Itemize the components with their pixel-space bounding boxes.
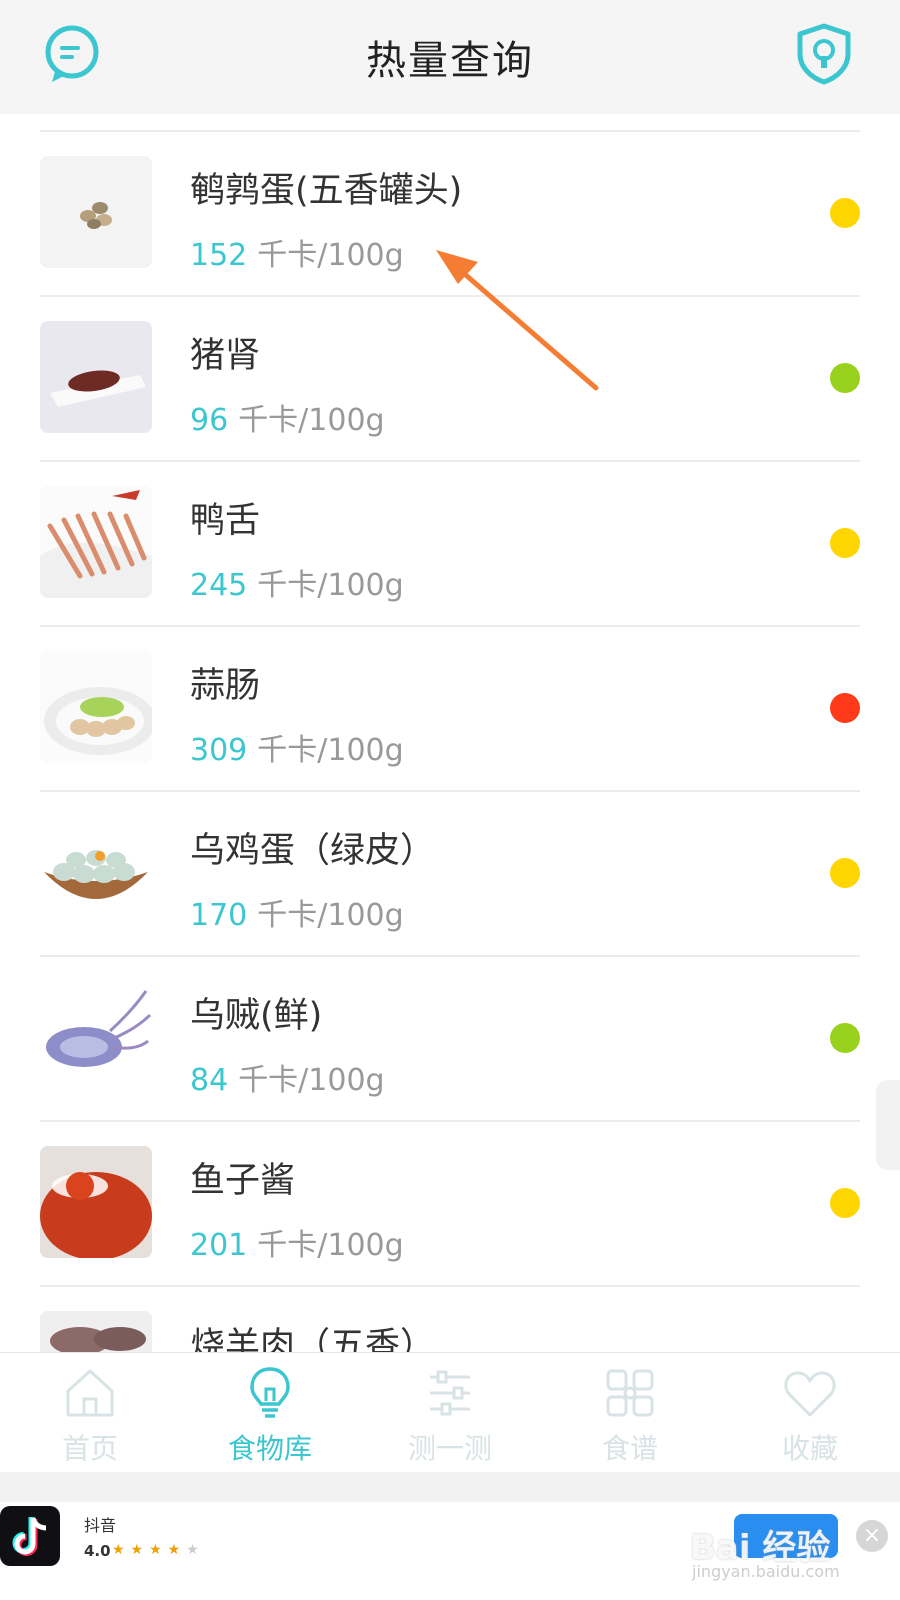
food-name: 乌鸡蛋（绿皮） <box>190 831 436 871</box>
food-row[interactable]: 鹌鹑蛋(五香罐头) 152 千卡/100g <box>0 130 900 295</box>
food-calories: 201 千卡/100g <box>190 1228 404 1263</box>
food-name: 鸭舌 <box>190 501 261 541</box>
food-name: 烧羊肉（五香） <box>190 1326 436 1352</box>
row-divider <box>40 790 860 792</box>
calorie-level-dot <box>830 1023 860 1053</box>
ad-rating: 4.0 <box>84 1542 111 1560</box>
row-divider <box>40 130 860 132</box>
food-calories: 84 千卡/100g <box>190 1063 385 1098</box>
grid-icon <box>606 1369 654 1417</box>
bottom-navigation: 首页 食物库 测一测 食谱 收藏 <box>0 1352 900 1473</box>
calorie-level-dot <box>830 693 860 723</box>
row-divider <box>40 460 860 462</box>
page-title: 热量查询 <box>366 38 534 84</box>
food-name: 猪肾 <box>190 336 261 376</box>
calorie-level-dot <box>830 858 860 888</box>
nav-home[interactable]: 首页 <box>0 1363 180 1473</box>
food-thumbnail <box>40 1146 152 1258</box>
food-name: 乌贼(鲜) <box>190 996 323 1036</box>
food-thumbnail <box>40 651 152 763</box>
nav-label: 收藏 <box>781 1432 838 1465</box>
watermark-url: jingyan.baidu.com <box>692 1562 840 1581</box>
tiktok-app-icon[interactable] <box>0 1506 60 1566</box>
food-calories: 309 千卡/100g <box>190 733 404 768</box>
food-row[interactable]: 鸭舌 245 千卡/100g <box>0 460 900 625</box>
nav-favorites[interactable]: 收藏 <box>720 1363 900 1473</box>
food-row[interactable]: 鱼子酱 201 千卡/100g <box>0 1120 900 1285</box>
section-separator <box>0 1472 900 1502</box>
food-list[interactable]: 鹌鹑蛋(五香罐头) 152 千卡/100g 猪肾 96 千卡/100g 鸭舌 2… <box>0 114 900 1352</box>
food-thumbnail <box>40 486 152 598</box>
row-divider <box>40 625 860 627</box>
row-divider <box>40 955 860 957</box>
shield-lock-icon[interactable] <box>792 22 856 86</box>
food-thumbnail <box>40 156 152 268</box>
nav-label: 首页 <box>61 1432 118 1465</box>
nav-label: 食谱 <box>601 1432 658 1465</box>
calorie-level-dot <box>830 363 860 393</box>
row-divider <box>40 295 860 297</box>
food-thumbnail <box>40 816 152 928</box>
food-calories: 96 千卡/100g <box>190 403 385 438</box>
food-thumbnail <box>40 981 152 1093</box>
edge-handle[interactable] <box>876 1080 900 1170</box>
nav-test[interactable]: 测一测 <box>360 1363 540 1473</box>
home-icon <box>66 1369 114 1417</box>
calorie-level-dot <box>830 198 860 228</box>
food-calories: 170 千卡/100g <box>190 898 404 933</box>
ad-app-name: 抖音 <box>84 1516 117 1535</box>
nav-recipes[interactable]: 食谱 <box>540 1363 720 1473</box>
ad-close-button[interactable]: × <box>856 1520 888 1552</box>
star-rating-icon: ★★★★★ <box>112 1542 205 1558</box>
food-row[interactable]: 烧羊肉（五香） <box>0 1285 900 1352</box>
app-header: 热量查询 <box>0 0 900 114</box>
row-divider <box>40 1285 860 1287</box>
food-row[interactable]: 猪肾 96 千卡/100g <box>0 295 900 460</box>
food-thumbnail <box>40 321 152 433</box>
nav-label: 食物库 <box>227 1432 312 1465</box>
calorie-level-dot <box>830 528 860 558</box>
sliders-icon <box>430 1370 470 1416</box>
food-name: 鱼子酱 <box>190 1161 296 1201</box>
food-calories: 152 千卡/100g <box>190 238 404 273</box>
heart-icon <box>784 1371 836 1417</box>
food-row[interactable]: 乌鸡蛋（绿皮） 170 千卡/100g <box>0 790 900 955</box>
food-thumbnail <box>40 1311 152 1352</box>
food-name: 鹌鹑蛋(五香罐头) <box>190 171 463 211</box>
nav-label: 测一测 <box>407 1432 492 1465</box>
food-calories: 245 千卡/100g <box>190 568 404 603</box>
nav-food-library[interactable]: 食物库 <box>180 1363 360 1473</box>
food-row[interactable]: 乌贼(鲜) 84 千卡/100g <box>0 955 900 1120</box>
food-row[interactable]: 蒜肠 309 千卡/100g <box>0 625 900 790</box>
calorie-level-dot <box>830 1188 860 1218</box>
food-name: 蒜肠 <box>190 666 261 706</box>
row-divider <box>40 1120 860 1122</box>
lightbulb-icon <box>250 1367 290 1418</box>
